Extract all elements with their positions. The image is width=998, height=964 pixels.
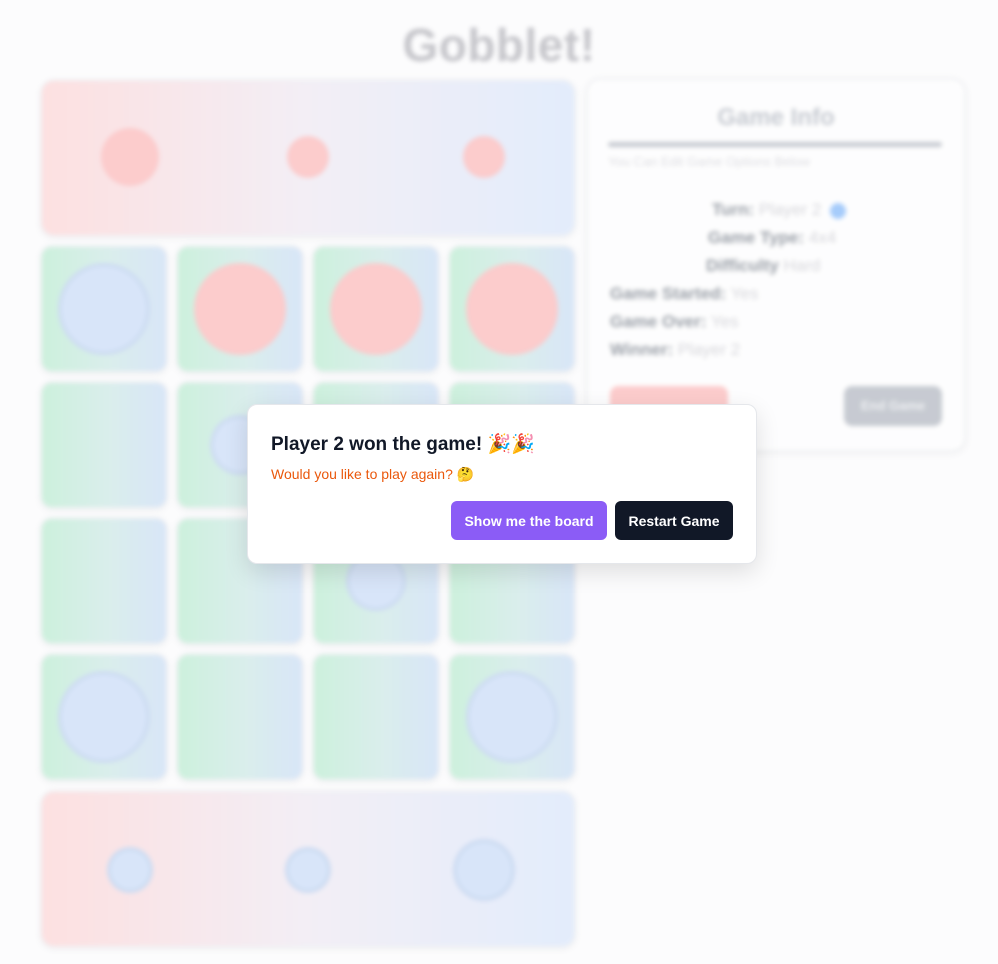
player-indicator-icon: [830, 202, 847, 219]
page-title: Gobblet!: [402, 19, 596, 71]
player1-stash: [40, 79, 576, 237]
game-over-label: Game Over:: [610, 312, 707, 331]
board-cell[interactable]: [40, 653, 168, 781]
board-piece[interactable]: [58, 671, 150, 763]
board-cell[interactable]: [448, 245, 576, 373]
board-cell[interactable]: [448, 653, 576, 781]
board-piece[interactable]: [466, 671, 558, 763]
game-info-title: Game Info: [717, 104, 835, 131]
game-over-value: Yes: [710, 312, 739, 331]
game-over-dialog: Player 2 won the game! 🎉🎉 Would you like…: [247, 404, 757, 564]
board-cell[interactable]: [40, 381, 168, 509]
difficulty-label: Difficulty: [706, 256, 779, 275]
player2-stash: [40, 790, 576, 948]
game-over-row: Game Over: Yes: [610, 312, 739, 332]
board-cell[interactable]: [176, 653, 304, 781]
stash-piece[interactable]: [463, 136, 505, 178]
show-board-button[interactable]: Show me the board: [451, 501, 607, 540]
board-piece[interactable]: [330, 263, 422, 355]
stash-piece[interactable]: [287, 136, 329, 178]
end-game-button[interactable]: End Game: [844, 386, 942, 426]
game-type-value: 4x4: [808, 228, 837, 247]
restart-game-button[interactable]: Restart Game: [615, 501, 733, 540]
winner-value: Player 2: [677, 340, 741, 359]
turn-value: Player 2: [758, 200, 822, 219]
winner-label: Winner:: [610, 340, 674, 359]
dialog-description: Would you like to play again? 🤔: [271, 466, 475, 482]
dialog-title: Player 2 won the game! 🎉🎉: [271, 434, 535, 455]
game-started-value: Yes: [730, 284, 759, 303]
difficulty-row[interactable]: Difficulty Hard: [706, 256, 820, 276]
stash-piece[interactable]: [107, 847, 153, 893]
board-piece[interactable]: [58, 263, 150, 355]
stash-piece[interactable]: [285, 847, 331, 893]
board-cell[interactable]: [40, 245, 168, 373]
board-cell[interactable]: [176, 245, 304, 373]
game-info-card: Game Info You Can Edit Game Options Belo…: [586, 78, 966, 452]
board-cell[interactable]: [40, 517, 168, 645]
difficulty-value: Hard: [783, 256, 821, 275]
stash-piece[interactable]: [453, 839, 515, 901]
game-type-row[interactable]: Game Type: 4x4: [708, 228, 836, 248]
game-started-row: Game Started: Yes: [610, 284, 758, 304]
board-cell[interactable]: [312, 245, 440, 373]
stash-piece[interactable]: [101, 128, 159, 186]
board-cell[interactable]: [312, 653, 440, 781]
divider: [608, 142, 942, 147]
turn-label: Turn:: [712, 200, 755, 219]
board-piece[interactable]: [466, 263, 558, 355]
game-started-label: Game Started:: [610, 284, 727, 303]
game-type-label: Game Type:: [708, 228, 805, 247]
winner-row: Winner: Player 2: [610, 340, 740, 360]
game-info-subtitle: You Can Edit Game Options Below: [608, 154, 810, 169]
turn-row: Turn: Player 2: [712, 200, 847, 220]
board-piece[interactable]: [194, 263, 286, 355]
